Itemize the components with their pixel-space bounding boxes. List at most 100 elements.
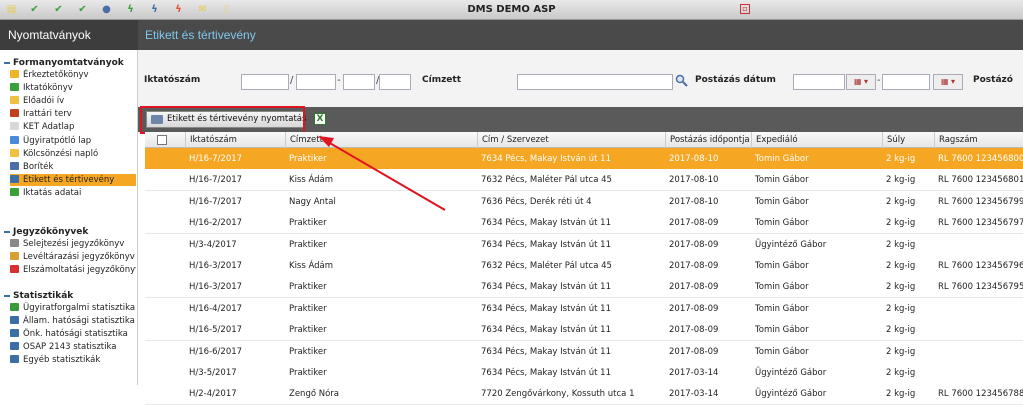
- calendar-icon-2[interactable]: ▦ ▾: [933, 74, 963, 90]
- iktatoszam-field-2[interactable]: [296, 74, 336, 90]
- plan-icon: [10, 109, 19, 118]
- table-cell: 7634 Pécs, Makay István út 11: [481, 282, 611, 293]
- table-cell: Praktiker: [289, 325, 327, 336]
- sidebar-item[interactable]: Elszámoltatási jegyzőkönyv: [10, 264, 136, 276]
- date-to-input[interactable]: [882, 74, 930, 90]
- table-row[interactable]: H/16-2/2017 Praktiker 7634 Pécs, Makay Ist…: [145, 212, 1023, 235]
- sidebar-item[interactable]: KET Adatlap: [10, 121, 136, 133]
- table-cell: H/16-5/2017: [189, 325, 243, 336]
- table-cell: RL 7600 123456795: [938, 282, 1023, 293]
- table-row[interactable]: H/16-3/2017 Kiss Ádám 7632 Pécs, Maléter P…: [145, 255, 1023, 277]
- table-cell: H/3-4/2017: [189, 239, 237, 250]
- column-header[interactable]: Expediáló: [751, 132, 882, 148]
- column-header[interactable]: Cím / Szervezet: [477, 132, 665, 148]
- sidebar-item[interactable]: Egyéb statisztikák: [10, 354, 136, 366]
- sidebar-item[interactable]: Előadói ív: [10, 95, 136, 107]
- sidebar-item-label: Érkeztetőkönyv: [23, 70, 89, 80]
- sidebar-item[interactable]: Selejtezési jegyzőkönyv: [10, 238, 136, 250]
- annotation-box: [140, 106, 305, 134]
- table-cell: [938, 298, 1023, 320]
- table-cell: H/16-2/2017: [189, 218, 243, 229]
- protocol-icon: [10, 239, 19, 247]
- column-header[interactable]: Címzett: [285, 132, 477, 148]
- table-row[interactable]: H/16-7/2017 Kiss Ádám 7632 Pécs, Maléter P…: [145, 169, 1023, 192]
- restore-icon[interactable]: ▫: [740, 4, 750, 14]
- table-cell: H/16-4/2017: [189, 303, 243, 314]
- table-row[interactable]: H/16-7/2017 Praktiker 7634 Pécs, Makay Ist…: [145, 148, 1023, 170]
- table-row[interactable]: H/16-6/2017 Praktiker 7634 Pécs, Makay Ist…: [145, 340, 1023, 363]
- column-header[interactable]: Postázás időpontja: [665, 132, 751, 148]
- sidebar-item[interactable]: Irattári terv: [10, 108, 136, 120]
- sidebar-item[interactable]: Iktatókönyv: [10, 82, 136, 94]
- table-row[interactable]: H/16-4/2017 Praktiker 7634 Pécs, Makay Ist…: [145, 297, 1023, 320]
- table-cell: 2017-08-09: [669, 303, 719, 314]
- table-cell: 2017-08-10: [669, 196, 719, 207]
- iktatoszam-field-3[interactable]: [343, 74, 375, 90]
- stat-icon: [10, 355, 19, 364]
- check-icon: [10, 187, 19, 196]
- column-header[interactable]: Iktatószám: [185, 132, 285, 148]
- grid-header: Iktatószám Címzett Cím / Szervezet Postázás…: [145, 132, 1023, 148]
- sidebar-item[interactable]: Érkeztetőkönyv: [10, 69, 136, 81]
- table-cell: H/2-4/2017: [189, 389, 237, 400]
- table-cell: Nagy Antal: [289, 196, 336, 207]
- report-icon: [10, 265, 19, 274]
- table-cell: 2 kg-ig: [886, 261, 916, 271]
- table-row[interactable]: H/3-5/2017 Praktiker 7634 Pécs, Makay Istv…: [145, 362, 1023, 384]
- postazas-datum-label: Postázás dátum: [695, 75, 776, 85]
- table-cell: Kiss Ádám: [289, 261, 334, 271]
- select-all-checkbox[interactable]: [157, 135, 167, 145]
- table-row[interactable]: H/16-7/2017 Nagy Antal 7636 Pécs, Derék ré…: [145, 190, 1023, 213]
- table-cell: 2017-08-10: [669, 154, 719, 164]
- table-cell: 2017-08-09: [669, 282, 719, 293]
- iktatoszam-label: Iktatószám: [144, 75, 201, 85]
- table-cell: Tomin Gábor: [755, 196, 809, 207]
- table-cell: 2 kg-ig: [886, 282, 916, 293]
- excel-export-icon[interactable]: X: [314, 113, 326, 125]
- sidebar-item[interactable]: Ügyiratpótló lap: [10, 135, 136, 147]
- sidebar-item-label: KET Adatlap: [23, 122, 75, 133]
- section-label: Jegyzőkönyvek: [13, 227, 89, 237]
- sidebar-item[interactable]: Ügyiratforgalmi statisztika: [10, 302, 136, 314]
- table-cell: 2 kg-ig: [886, 154, 916, 164]
- table-cell: H/16-7/2017: [189, 154, 243, 164]
- table-cell: 2 kg-ig: [886, 368, 916, 378]
- table-cell: Ügyintéző Gábor: [755, 368, 827, 378]
- table-cell: RL 7600 123456797: [938, 218, 1023, 229]
- iktatoszam-field-4[interactable]: [379, 74, 411, 90]
- check-icon: [10, 83, 19, 92]
- sidebar-item[interactable]: Állam. hatósági statisztika: [10, 315, 136, 327]
- sidebar-item[interactable]: Kölcsönzési napló: [10, 148, 136, 160]
- table-cell: [938, 341, 1023, 363]
- table-cell: Praktiker: [289, 239, 327, 250]
- search-icon[interactable]: [675, 74, 688, 87]
- sidebar-item[interactable]: Etikett és tértivevény: [10, 173, 136, 186]
- date-from-input[interactable]: [793, 74, 845, 90]
- table-row[interactable]: H/2-4/2017 Zengő Nóra 7720 Zengővárkony, K…: [145, 383, 1023, 405]
- table-cell: 7634 Pécs, Makay István út 11: [481, 368, 611, 378]
- column-header[interactable]: Súly: [882, 132, 934, 148]
- sidebar-item[interactable]: Iktatás adatai: [10, 187, 136, 199]
- table-row[interactable]: H/3-4/2017 Praktiker 7634 Pécs, Makay Istv…: [145, 233, 1023, 256]
- table-row[interactable]: H/16-3/2017 Praktiker 7634 Pécs, Makay Ist…: [145, 276, 1023, 299]
- table-cell: RL 7600 123456801: [938, 175, 1023, 186]
- sidebar-item[interactable]: Önk. hatósági statisztika: [10, 328, 136, 340]
- sidebar-item-label: Önk. hatósági statisztika: [23, 329, 128, 340]
- table-cell: RL 7600 123456796: [938, 261, 1023, 271]
- table-row[interactable]: H/16-5/2017 Praktiker 7634 Pécs, Makay Ist…: [145, 319, 1023, 342]
- chart-icon: [10, 316, 19, 325]
- sidebar-item[interactable]: OSAP 2143 statisztika: [10, 341, 136, 353]
- table-cell: 2017-08-09: [669, 239, 719, 250]
- sidebar-item[interactable]: Boríték: [10, 161, 136, 173]
- table-cell: H/16-7/2017: [189, 196, 243, 207]
- sidebar-item[interactable]: Levéltárazási jegyzőkönyv: [10, 251, 136, 263]
- iktatoszam-field-1[interactable]: [241, 74, 289, 90]
- table-cell: Kiss Ádám: [289, 175, 334, 186]
- sidebar-item-label: Állam. hatósági statisztika: [23, 316, 135, 327]
- table-cell: 2 kg-ig: [886, 196, 916, 207]
- column-header[interactable]: Ragszám: [934, 132, 1023, 148]
- sidebar-title: Nyomtatványok: [0, 20, 138, 50]
- cimzett-input[interactable]: [517, 74, 673, 90]
- calendar-icon[interactable]: ▦ ▾: [846, 74, 876, 90]
- table-cell: 7634 Pécs, Makay István út 11: [481, 325, 611, 336]
